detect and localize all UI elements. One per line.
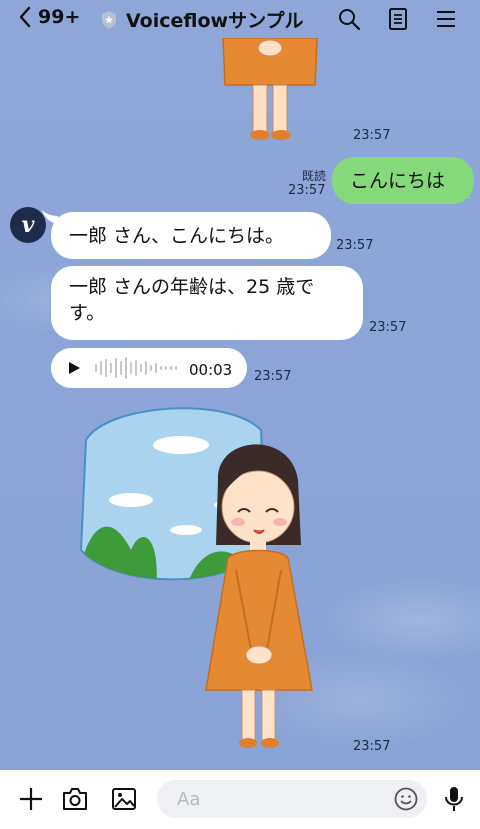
bot-message-bubble[interactable]: 一郎 さん、こんにちは。 bbox=[51, 212, 331, 259]
unread-count: 99+ bbox=[38, 6, 81, 28]
camera-button[interactable] bbox=[60, 784, 90, 814]
search-icon bbox=[339, 9, 361, 31]
timestamp: 23:57 bbox=[369, 320, 407, 335]
image-icon bbox=[112, 788, 136, 810]
read-receipt: 既読 bbox=[302, 169, 327, 183]
back-chevron-icon bbox=[19, 6, 31, 28]
composer-bar: Aa bbox=[0, 770, 480, 829]
sent-message-bubble[interactable]: こんにちは bbox=[332, 157, 474, 204]
menu-icon bbox=[437, 11, 455, 27]
message-input-placeholder: Aa bbox=[177, 788, 201, 810]
timestamp: 23:57 bbox=[353, 739, 391, 754]
bot-message-bubble[interactable]: 一郎 さんの年齢は、25 歳で す。 bbox=[51, 266, 363, 340]
notes-button[interactable] bbox=[385, 6, 411, 32]
play-icon[interactable] bbox=[67, 361, 81, 375]
chat-title: Voiceflowサンプル bbox=[126, 10, 304, 32]
emoji-icon bbox=[394, 787, 418, 811]
mic-icon bbox=[445, 787, 463, 811]
message-text-line: 一郎 さんの年齢は、25 歳で bbox=[69, 276, 315, 298]
message-input[interactable]: Aa bbox=[157, 780, 427, 818]
timestamp: 23:57 bbox=[254, 369, 292, 384]
camera-icon bbox=[63, 788, 87, 810]
search-button[interactable] bbox=[336, 6, 362, 32]
image-button[interactable] bbox=[109, 784, 139, 814]
menu-button[interactable] bbox=[433, 6, 459, 32]
timestamp: 23:57 bbox=[288, 183, 326, 198]
shield-star-icon bbox=[102, 10, 116, 29]
emoji-button[interactable] bbox=[391, 784, 421, 814]
timestamp: 23:57 bbox=[336, 238, 374, 253]
mic-button[interactable] bbox=[439, 784, 469, 814]
message-text: こんにちは bbox=[350, 169, 446, 192]
plus-icon bbox=[20, 788, 42, 810]
audio-duration: 00:03 bbox=[189, 361, 233, 379]
message-text: 一郎 さん、こんにちは。 bbox=[69, 224, 285, 247]
image-message-girl-partial[interactable] bbox=[215, 38, 325, 143]
notes-icon bbox=[389, 8, 407, 30]
bot-avatar[interactable]: v bbox=[10, 207, 46, 243]
back-button[interactable]: 99+ bbox=[18, 6, 80, 28]
audio-message-bubble[interactable]: 00:03 bbox=[51, 348, 247, 388]
chat-header: 99+ Voiceflowサンプル bbox=[0, 0, 480, 38]
timestamp: 23:57 bbox=[353, 128, 391, 143]
plus-button[interactable] bbox=[16, 784, 46, 814]
message-text-line: す。 bbox=[69, 302, 106, 324]
image-message-girl[interactable] bbox=[76, 400, 336, 755]
chat-title-area[interactable]: Voiceflowサンプル bbox=[100, 6, 304, 33]
audio-waveform[interactable] bbox=[93, 356, 181, 380]
